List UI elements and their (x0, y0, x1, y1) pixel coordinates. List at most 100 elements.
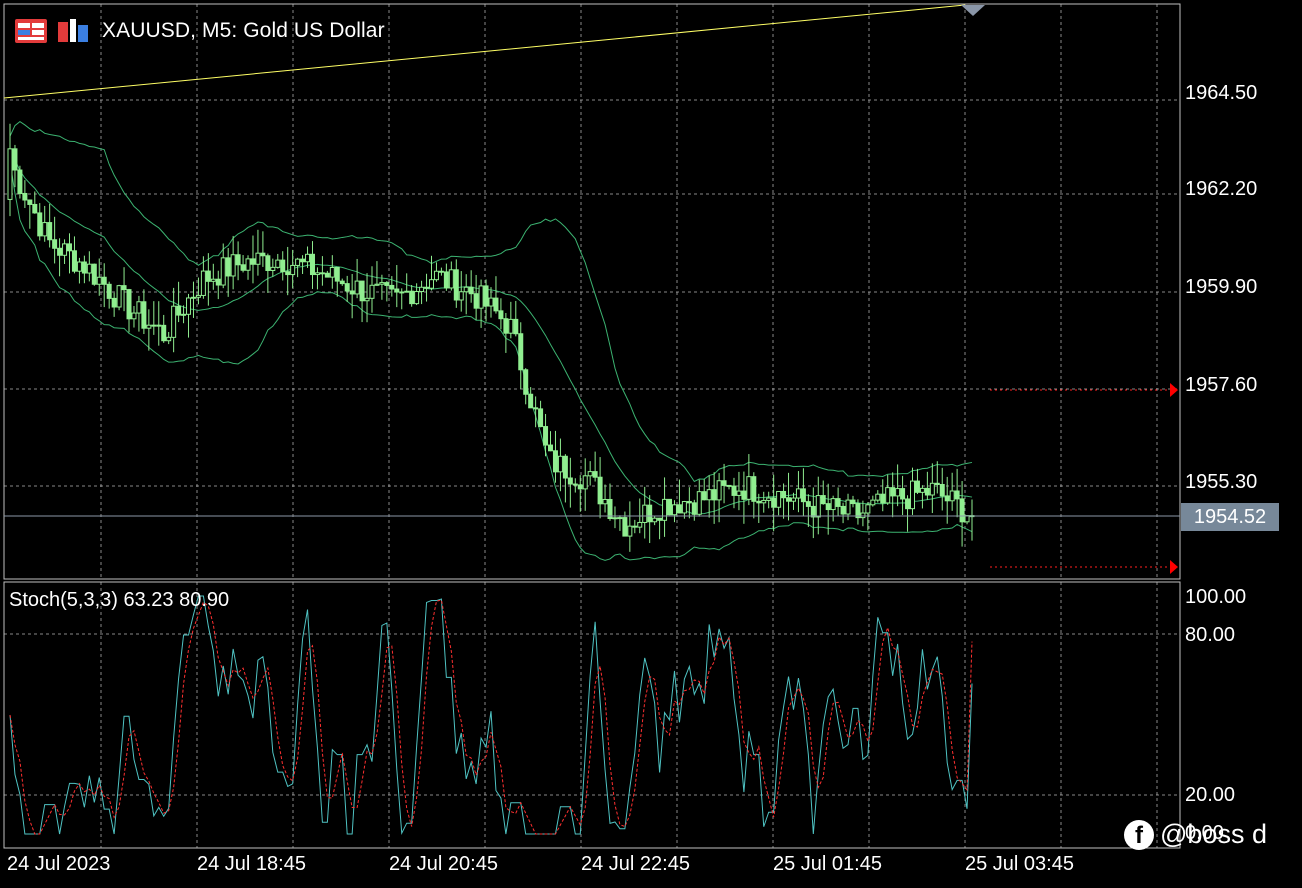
alert-arrow-upper-icon[interactable] (1170, 383, 1178, 397)
candle-body (870, 499, 876, 506)
price-axis-label: 1957.60 (1185, 374, 1258, 396)
candle-body (731, 485, 737, 496)
candle-body (240, 264, 246, 271)
candle-body (67, 243, 73, 252)
candle-body (597, 476, 603, 505)
candle-body (71, 250, 77, 272)
candle-body (235, 254, 241, 266)
candle-body (637, 521, 643, 528)
candle-body (632, 525, 638, 528)
candle-body (964, 515, 970, 523)
candle-body (443, 271, 449, 289)
candle-body (210, 278, 216, 282)
candle-body (339, 280, 345, 285)
candle-body (424, 286, 430, 289)
candle-body (7, 148, 13, 200)
candle-body (895, 488, 901, 497)
candle-body (840, 505, 846, 515)
candle-body (954, 490, 960, 500)
candle-body (121, 285, 127, 291)
watermark: f @boss d (1124, 819, 1267, 850)
candle-body (900, 488, 906, 500)
candle-body (880, 493, 886, 504)
candle-body (493, 297, 499, 312)
candle-body (171, 305, 177, 338)
candle-body (810, 505, 816, 518)
candle-body (265, 255, 271, 271)
candle-body (647, 504, 653, 523)
candle-body (914, 480, 920, 493)
candle-body (721, 480, 727, 486)
candle-body (250, 258, 256, 265)
candle-body (433, 270, 439, 281)
candle-body (404, 290, 410, 293)
price-axis-label: 1964.50 (1185, 82, 1258, 104)
candle-body (602, 498, 608, 505)
candle-body (587, 471, 593, 477)
candle-body (577, 484, 583, 490)
candle-body (533, 407, 539, 410)
candle-body (428, 279, 434, 289)
candle-body (959, 498, 965, 523)
candle-body (508, 318, 514, 334)
candle-body (890, 487, 896, 497)
candle-body (805, 501, 811, 507)
candle-body (176, 305, 182, 316)
candle-body (865, 504, 871, 514)
candle-body (314, 272, 320, 276)
candle-body (538, 408, 544, 428)
candle-body (746, 476, 752, 500)
candle-body (830, 498, 836, 511)
watermark-text: @boss d (1160, 819, 1267, 849)
candle-body (305, 253, 311, 263)
stochastic-lines (9, 595, 973, 836)
candle-body (42, 222, 48, 237)
candle-body (37, 212, 43, 237)
candle-body (949, 490, 955, 502)
candle-body (156, 324, 162, 327)
candle-body (374, 283, 380, 286)
candle-body (116, 285, 122, 308)
candle-body (473, 293, 479, 309)
candle-body (885, 487, 891, 504)
candle-body (498, 310, 504, 320)
candle-body (52, 239, 58, 249)
candle-body (483, 285, 489, 307)
candle-body (101, 276, 107, 285)
candle-body (552, 450, 558, 473)
candle-body (349, 290, 355, 295)
candle-body (875, 493, 881, 501)
price-axis-label: 1955.30 (1185, 471, 1258, 493)
candle-body (389, 284, 395, 290)
candle-body (468, 286, 474, 295)
candle-body (275, 259, 281, 268)
candle-body (136, 301, 142, 314)
time-axis-label: 24 Jul 18:45 (197, 853, 306, 875)
stoch-indicator-label[interactable]: Stoch(5,3,3) 63.23 80.90 (9, 589, 229, 612)
candle-body (220, 257, 226, 286)
candle-body (329, 266, 335, 278)
candle-body (716, 480, 722, 501)
candle-body (32, 203, 38, 214)
candle-body (820, 495, 826, 505)
alert-arrow-lower-icon[interactable] (1170, 560, 1178, 574)
candle-body (458, 291, 464, 301)
candle-body (513, 318, 519, 335)
candle-body (295, 258, 301, 266)
candle-body (245, 258, 251, 271)
stoch-level-label: 20.00 (1185, 784, 1236, 806)
chart-type-icon[interactable] (56, 17, 90, 45)
candle-body (319, 272, 325, 275)
candle-body (756, 500, 762, 504)
candle-body (488, 297, 494, 307)
candle-body (27, 199, 33, 205)
candle-body (681, 501, 687, 514)
candle-body (151, 324, 157, 327)
time-axis-label: 25 Jul 01:45 (773, 853, 882, 875)
candle-body (379, 282, 385, 285)
chart-canvas[interactable] (0, 0, 1302, 888)
candle-body (919, 487, 925, 493)
candle-body (399, 291, 405, 294)
candle-body (786, 497, 792, 502)
calendar-grid-icon[interactable] (14, 17, 48, 45)
